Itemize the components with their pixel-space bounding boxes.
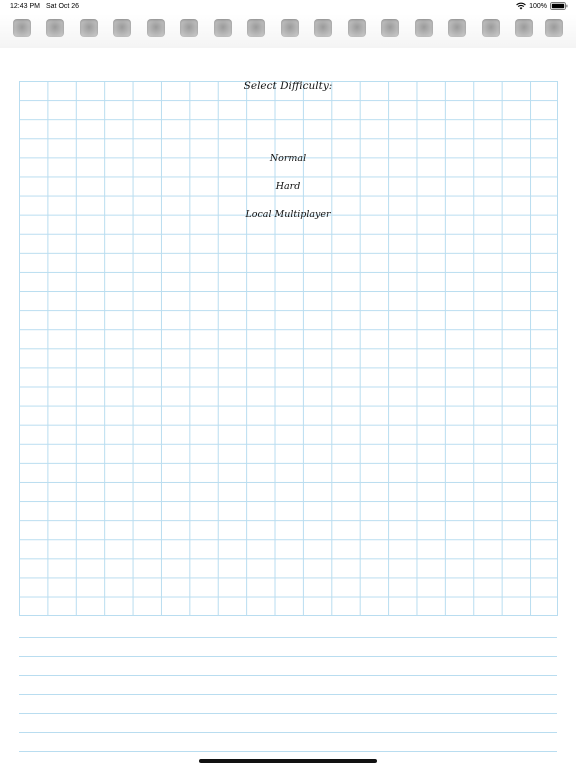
binding-hole-icon xyxy=(448,19,466,37)
battery-percent: 100% xyxy=(529,2,547,10)
binding-hole-icon xyxy=(314,19,332,37)
normal-difficulty-label: Normal xyxy=(269,153,307,164)
binding-hole-icon xyxy=(281,19,299,37)
binding-hole-icon xyxy=(348,19,366,37)
home-indicator[interactable] xyxy=(199,759,377,763)
binding-hole-icon xyxy=(545,19,563,37)
app-screen: 12:43 PM Sat Oct 26 100% Select Difficul… xyxy=(0,0,576,768)
binding-hole-icon xyxy=(482,19,500,37)
status-indicators: 100% xyxy=(516,2,568,10)
hard-difficulty-button[interactable]: Hard xyxy=(0,181,576,192)
binding-hole-icon xyxy=(515,19,533,37)
hard-difficulty-label: Hard xyxy=(275,181,301,192)
local-multiplayer-button[interactable]: Local Multiplayer xyxy=(0,209,576,220)
menu-title: Select Difficulty: xyxy=(243,80,333,92)
status-date: Sat Oct 26 xyxy=(46,3,80,10)
binding-hole-icon xyxy=(80,19,98,37)
ruled-lines xyxy=(19,637,557,756)
status-time: 12:43 PM xyxy=(10,3,40,10)
spiral-binding xyxy=(0,14,576,49)
binding-hole-icon xyxy=(46,19,64,37)
normal-difficulty-button[interactable]: Normal xyxy=(0,153,576,164)
battery-icon xyxy=(550,2,568,10)
binding-hole-icon xyxy=(415,19,433,37)
binding-hole-icon xyxy=(113,19,131,37)
status-bar: 12:43 PM Sat Oct 26 100% xyxy=(0,0,576,14)
binding-hole-icon xyxy=(180,19,198,37)
binding-hole-icon xyxy=(381,19,399,37)
binding-hole-icon xyxy=(13,19,31,37)
binding-hole-icon xyxy=(247,19,265,37)
wifi-icon xyxy=(516,2,526,10)
binding-hole-icon xyxy=(147,19,165,37)
local-multiplayer-label: Local Multiplayer xyxy=(245,209,331,220)
binding-hole-icon xyxy=(214,19,232,37)
